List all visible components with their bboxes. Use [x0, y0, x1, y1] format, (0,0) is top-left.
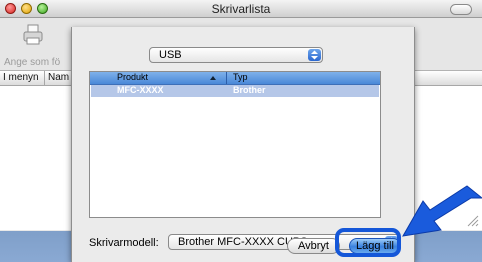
pointer-arrow-icon — [402, 185, 482, 237]
